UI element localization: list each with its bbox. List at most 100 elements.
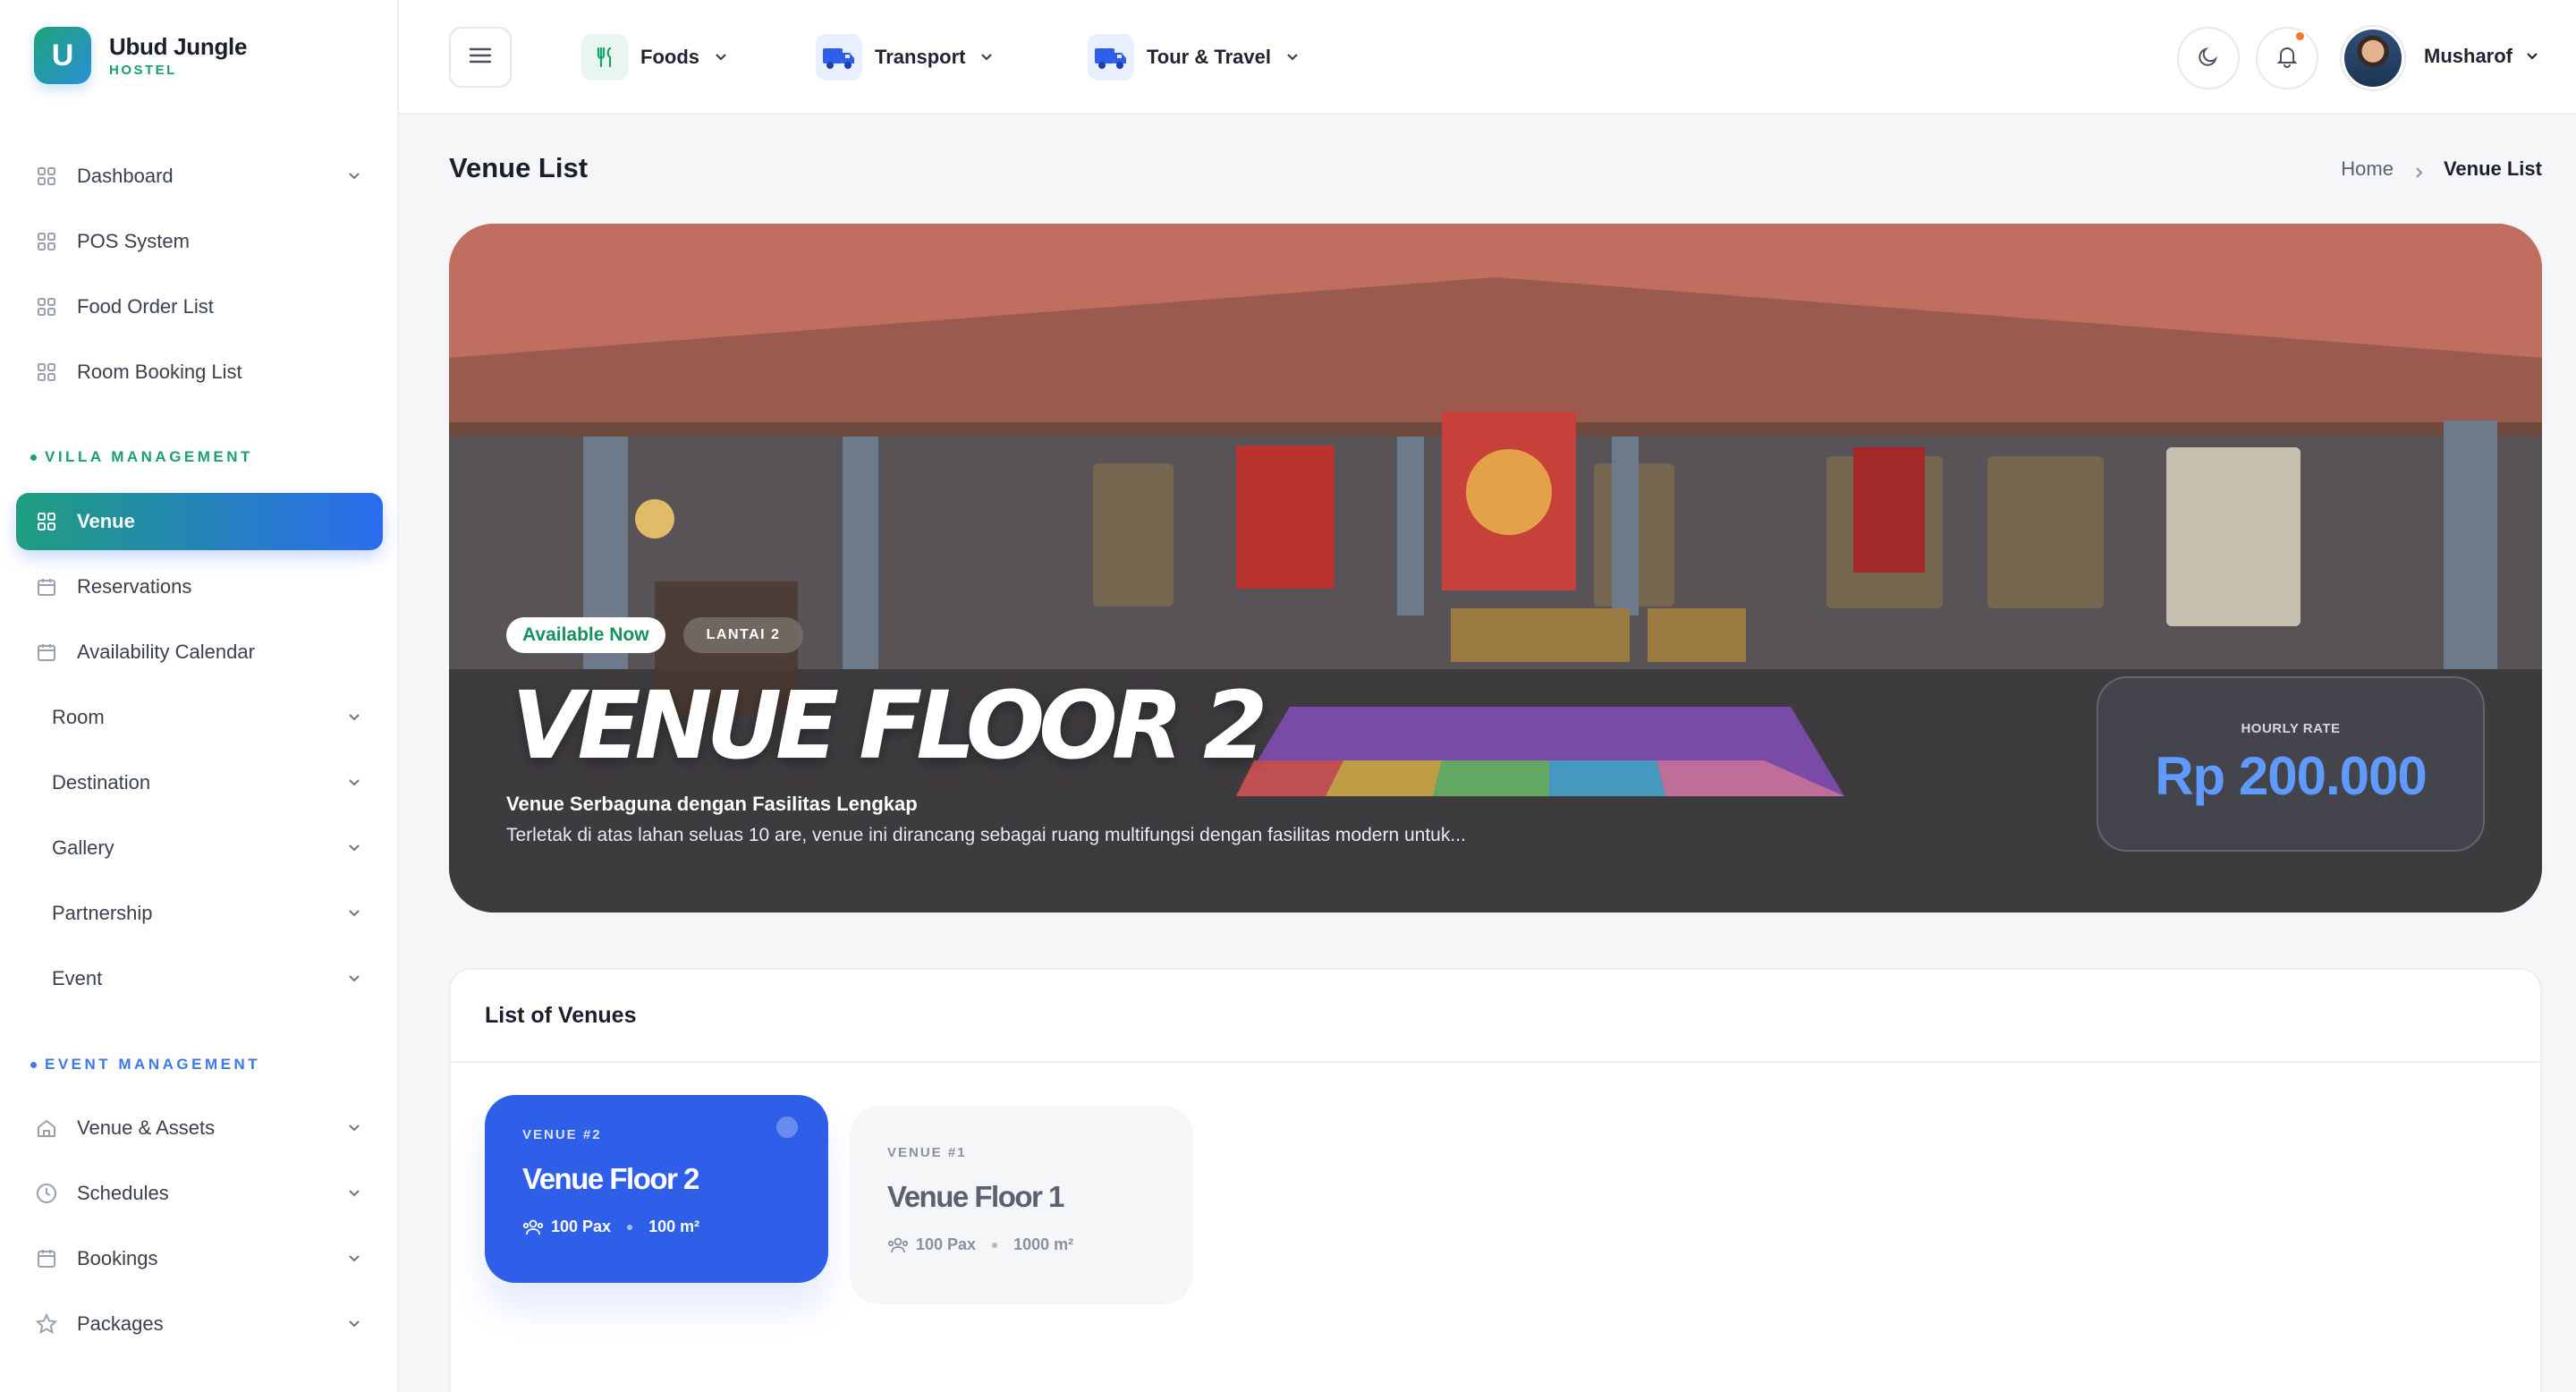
venue-area: 1000 m²	[1013, 1235, 1074, 1253]
venue-meta: 100 Pax 100 m²	[522, 1218, 791, 1236]
theme-toggle-button[interactable]	[2177, 27, 2240, 89]
clock-icon	[36, 1183, 57, 1204]
sidebar-item-schedules[interactable]: Schedules	[16, 1165, 383, 1222]
brand[interactable]: U Ubud Jungle HOSTEL	[34, 27, 247, 84]
separator-dot	[992, 1242, 998, 1248]
venue-number: VENUE #1	[887, 1145, 967, 1160]
calendar-icon	[36, 641, 57, 663]
chevron-right-icon	[2411, 162, 2426, 178]
chevron-down-icon	[2523, 47, 2541, 65]
sidebar-item-availability-calendar[interactable]: Availability Calendar	[16, 624, 383, 681]
sidebar-item-label: Schedules	[77, 1182, 169, 1204]
grid-icon	[36, 361, 57, 383]
hero-badges: Available Now LANTAI 2	[506, 617, 804, 653]
sidebar: U Ubud Jungle HOSTEL Dashboard POS Syste…	[0, 0, 399, 1392]
sidebar-item-dashboard[interactable]: Dashboard	[16, 148, 383, 205]
breadcrumb: Home Venue List	[2341, 157, 2542, 181]
hero-banner: Available Now LANTAI 2 VENUE FLOOR 2 Ven…	[449, 224, 2542, 912]
chevron-down-icon	[345, 167, 363, 185]
menu-toggle-button[interactable]	[449, 27, 512, 88]
grid-icon	[36, 511, 57, 532]
notification-dot	[2294, 30, 2306, 42]
chevron-down-icon	[978, 48, 996, 66]
topnav-transport[interactable]: Transport	[816, 30, 996, 84]
users-icon	[522, 1218, 544, 1236]
section-label-event-management: EVENT MANAGEMENT	[30, 1056, 261, 1073]
sidebar-item-reservations[interactable]: Reservations	[16, 558, 383, 615]
home-icon	[36, 1117, 57, 1139]
section-label-villa-management: VILLA MANAGEMENT	[30, 448, 253, 465]
truck-icon	[816, 34, 862, 81]
sidebar-item-destination[interactable]: Destination	[16, 754, 383, 811]
sidebar-item-food-order-list[interactable]: Food Order List	[16, 278, 383, 335]
sidebar-item-room-booking-list[interactable]: Room Booking List	[16, 344, 383, 401]
sidebar-item-label: Reservations	[77, 575, 192, 598]
bell-icon	[2275, 44, 2300, 73]
sidebar-item-pos-system[interactable]: POS System	[16, 213, 383, 270]
sidebar-item-label: Gallery	[52, 836, 114, 859]
sidebar-item-room[interactable]: Room	[16, 689, 383, 746]
hero-subtitle: Venue Serbaguna dengan Fasilitas Lengkap	[506, 793, 918, 815]
fork-knife-icon	[581, 34, 628, 81]
venue-name: Venue Floor 1	[887, 1180, 1064, 1213]
hero-title: VENUE FLOOR 2	[512, 671, 1267, 780]
sidebar-item-event[interactable]: Event	[16, 950, 383, 1007]
hero-description: Terletak di atas lahan seluas 10 are, ve…	[506, 825, 1466, 845]
sidebar-item-label: Partnership	[52, 902, 153, 924]
sidebar-item-partnership[interactable]: Partnership	[16, 885, 383, 942]
breadcrumb-current: Venue List	[2443, 157, 2542, 180]
topnav-foods[interactable]: Foods	[581, 30, 730, 84]
chevron-down-icon	[345, 970, 363, 988]
venues-panel: List of Venues VENUE #2 Venue Floor 2 10…	[449, 968, 2542, 1392]
sidebar-item-label: Event	[52, 967, 103, 989]
status-badge: Available Now	[506, 617, 665, 653]
chevron-down-icon	[345, 1250, 363, 1268]
separator-dot	[627, 1224, 633, 1230]
rate-value: Rp 200.000	[2155, 746, 2428, 806]
grid-icon	[36, 166, 57, 187]
chevron-down-icon	[1284, 48, 1301, 66]
brand-subtitle: HOSTEL	[109, 63, 177, 78]
topnav-tour-travel[interactable]: Tour & Travel	[1088, 30, 1301, 84]
chevron-down-icon	[345, 1119, 363, 1137]
venue-card[interactable]: VENUE #2 Venue Floor 2 100 Pax 100 m²	[485, 1095, 828, 1283]
panel-heading: List of Venues	[451, 970, 2540, 1063]
chevron-down-icon	[345, 904, 363, 922]
sidebar-item-venue[interactable]: Venue	[16, 493, 383, 550]
chevron-down-icon	[345, 1315, 363, 1333]
venue-name: Venue Floor 2	[522, 1162, 699, 1195]
sidebar-item-packages[interactable]: Packages	[16, 1295, 383, 1353]
sidebar-item-bookings[interactable]: Bookings	[16, 1230, 383, 1287]
avatar[interactable]	[2342, 27, 2404, 89]
sidebar-item-label: Availability Calendar	[77, 641, 255, 663]
calendar-icon	[36, 1248, 57, 1269]
rate-label: HOURLY RATE	[2241, 721, 2341, 736]
sidebar-item-label: Food Order List	[77, 295, 214, 318]
truck-icon	[1088, 34, 1134, 81]
star-icon	[36, 1313, 57, 1335]
sidebar-item-venue-assets[interactable]: Venue & Assets	[16, 1099, 383, 1157]
selected-indicator	[776, 1116, 798, 1138]
sidebar-item-label: Destination	[52, 771, 151, 794]
sidebar-item-label: Bookings	[77, 1247, 158, 1269]
brand-logo: U	[34, 27, 91, 84]
sidebar-item-label: Room Booking List	[77, 361, 242, 383]
moon-icon	[2196, 44, 2221, 73]
sidebar-item-gallery[interactable]: Gallery	[16, 819, 383, 877]
chevron-down-icon	[712, 48, 730, 66]
chevron-down-icon	[345, 774, 363, 792]
notifications-button[interactable]	[2256, 27, 2318, 89]
topbar: Foods Transport Tour & Travel Musharof	[399, 0, 2576, 115]
venue-card[interactable]: VENUE #1 Venue Floor 1 100 Pax 1000 m²	[850, 1106, 1193, 1304]
chevron-down-icon	[345, 839, 363, 857]
grid-icon	[36, 296, 57, 318]
topnav-label: Tour & Travel	[1147, 46, 1271, 68]
sidebar-item-label: Dashboard	[77, 165, 174, 187]
user-menu[interactable]: Musharof	[2424, 45, 2541, 68]
venue-area: 100 m²	[648, 1218, 700, 1235]
topnav-label: Transport	[875, 46, 966, 68]
breadcrumb-home[interactable]: Home	[2341, 157, 2394, 181]
chevron-down-icon	[345, 709, 363, 726]
chevron-down-icon	[345, 1184, 363, 1202]
sidebar-item-label: Room	[52, 706, 105, 728]
